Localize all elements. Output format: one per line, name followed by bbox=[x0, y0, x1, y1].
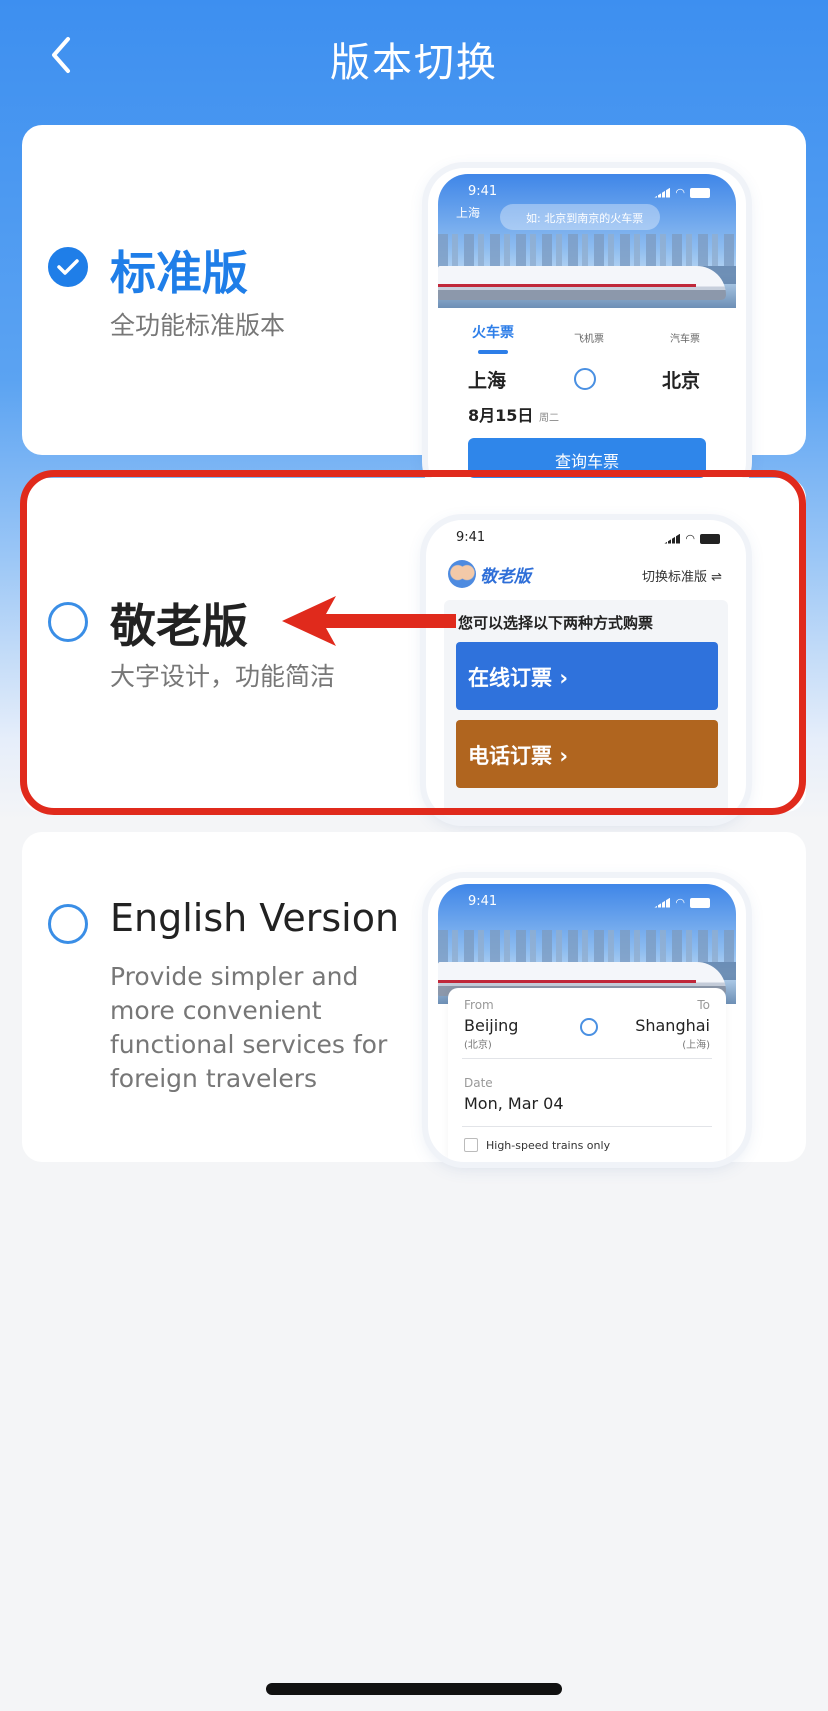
online-booking-button: 在线订票 › bbox=[456, 642, 718, 710]
nav-header: 版本切换 bbox=[0, 0, 828, 112]
checkmark-icon bbox=[57, 259, 79, 275]
battery-icon bbox=[690, 897, 710, 908]
search-tickets-button: 查询车票 bbox=[468, 438, 706, 478]
to-city-cn: (上海) bbox=[682, 1040, 710, 1051]
preview-standard: 9:41 ◠ 上海 如: 北京到南京的火车票 火车票 飞机票 汽车票 上海 北京… bbox=[428, 168, 746, 498]
swap-icon bbox=[580, 1018, 598, 1036]
tab-train: 火车票 bbox=[472, 322, 514, 354]
description-line: more convenient bbox=[110, 996, 322, 1025]
signal-icon bbox=[664, 533, 681, 544]
wifi-icon: ◠ bbox=[675, 186, 685, 199]
logo-text: 敬老版 bbox=[480, 566, 531, 587]
divider bbox=[462, 1126, 712, 1127]
wifi-icon: ◠ bbox=[685, 532, 695, 545]
option-description: 全功能标准版本 bbox=[110, 311, 286, 340]
status-time: 9:41 bbox=[468, 184, 498, 199]
option-title: 标准版 bbox=[110, 246, 248, 300]
banner-image: 9:41 ◠ bbox=[438, 884, 736, 1004]
page-title: 版本切换 bbox=[330, 40, 498, 86]
search-placeholder: 如: 北京到南京的火车票 bbox=[526, 212, 644, 225]
option-description: Provide simpler and more convenient func… bbox=[110, 960, 387, 1096]
high-speed-label: High-speed trains only bbox=[486, 1139, 611, 1152]
from-city: 上海 bbox=[468, 370, 507, 392]
prompt-text: 您可以选择以下两种方式购票 bbox=[458, 614, 654, 632]
swap-icon bbox=[574, 368, 596, 390]
home-indicator[interactable] bbox=[266, 1683, 562, 1695]
switch-label: 切换标准版 bbox=[641, 570, 707, 585]
ticket-tabs: 火车票 飞机票 汽车票 bbox=[438, 308, 736, 354]
description-line: Provide simpler and bbox=[110, 962, 359, 991]
to-city: 北京 bbox=[662, 370, 701, 392]
tab-bus: 汽车票 bbox=[670, 334, 700, 345]
train-image bbox=[438, 266, 726, 300]
description-line: foreign travelers bbox=[110, 1064, 318, 1093]
battery-icon bbox=[690, 187, 710, 198]
to-label: To bbox=[697, 998, 710, 1012]
elder-logo: 敬老版 bbox=[448, 560, 531, 588]
status-time: 9:41 bbox=[468, 894, 498, 909]
tab-flight: 飞机票 bbox=[574, 334, 604, 345]
date-value: Mon, Mar 04 bbox=[464, 1094, 564, 1113]
status-time: 9:41 bbox=[456, 530, 486, 545]
signal-icon bbox=[654, 897, 671, 908]
preview-english: 9:41 ◠ From To Beijing (北京) Shanghai (上海… bbox=[428, 878, 746, 1162]
elderly-couple-icon bbox=[448, 560, 476, 588]
from-city-cn: (北京) bbox=[464, 1040, 492, 1051]
online-label: 在线订票 bbox=[468, 666, 552, 690]
preview-elder: 9:41 ◠ 敬老版 切换标准版 ⇌ 您可以选择以下两种方式购票 在线订票 › … bbox=[426, 520, 746, 820]
from-city: Beijing bbox=[464, 1016, 519, 1035]
battery-icon bbox=[700, 533, 720, 544]
phone-booking-button: 电话订票 › bbox=[456, 720, 718, 788]
from-label: From bbox=[464, 998, 494, 1012]
switch-standard-link: 切换标准版 ⇌ bbox=[642, 566, 722, 585]
high-speed-checkbox bbox=[464, 1138, 478, 1152]
chevron-right-icon: › bbox=[559, 666, 568, 690]
date-label: 8月15日 周二 bbox=[468, 402, 559, 426]
phone-label: 电话订票 bbox=[468, 744, 552, 768]
radio-standard[interactable] bbox=[48, 247, 88, 287]
option-title: English Version bbox=[110, 896, 400, 940]
date-label: Date bbox=[464, 1076, 493, 1090]
wifi-icon: ◠ bbox=[675, 896, 685, 909]
search-input: 如: 北京到南京的火车票 bbox=[500, 204, 660, 230]
annotation-arrow-icon bbox=[282, 596, 456, 646]
swap-arrows-icon: ⇌ bbox=[711, 570, 722, 585]
option-description: 大字设计，功能简洁 bbox=[110, 662, 336, 691]
to-city: Shanghai bbox=[635, 1016, 710, 1035]
banner-image: 9:41 ◠ 上海 如: 北京到南京的火车票 bbox=[438, 174, 736, 308]
date-value: 8月15日 bbox=[468, 406, 534, 425]
radio-elder[interactable] bbox=[48, 602, 88, 642]
chevron-right-icon: › bbox=[559, 744, 568, 768]
booking-form: From To Beijing (北京) Shanghai (上海) Date … bbox=[448, 988, 726, 1162]
description-line: functional services for bbox=[110, 1030, 388, 1059]
radio-english[interactable] bbox=[48, 904, 88, 944]
signal-icon bbox=[654, 187, 671, 198]
weekday: 周二 bbox=[538, 413, 559, 424]
divider bbox=[462, 1058, 712, 1059]
option-title: 敬老版 bbox=[110, 599, 248, 653]
city-selector: 上海 bbox=[456, 206, 481, 220]
